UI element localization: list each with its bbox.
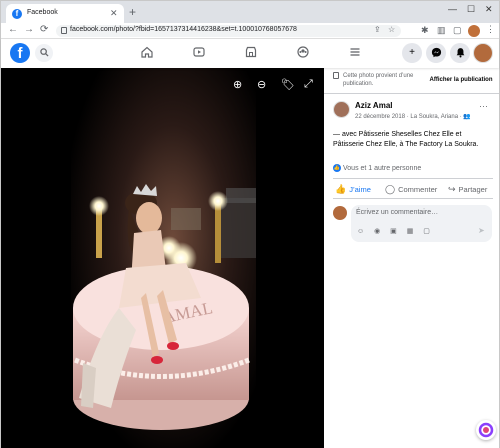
url-text: facebook.com/photo/?fbid=165713731441623… xyxy=(70,26,297,33)
show-publication-button[interactable]: Afficher la publication xyxy=(426,73,496,87)
photo-viewer[interactable]: AMAL ⊕ ⊖ 🏷 ⤢ xyxy=(1,68,324,448)
share-icon[interactable]: ⇪ xyxy=(374,25,381,34)
more-options-icon[interactable]: ··· xyxy=(479,101,488,111)
thumbs-up-icon: 👍 xyxy=(335,184,347,194)
photo-source-note: Cette photo provient d’une publication. xyxy=(333,72,421,88)
divider xyxy=(324,93,499,94)
divider xyxy=(333,178,493,179)
like-reaction-icon: 👍 xyxy=(333,164,341,172)
comment-bubble-icon: ◯ xyxy=(385,184,396,194)
minimize-button[interactable]: — xyxy=(448,4,457,14)
browser-window: f Facebook ✕ + — ☐ ✕ ← → ⟳ facebook.com/… xyxy=(0,0,500,448)
post-meta[interactable]: 22 décembre 2018 · La Soukra, Ariana · 👥 xyxy=(355,113,471,120)
watch-icon[interactable] xyxy=(192,46,206,60)
profile-avatar[interactable] xyxy=(473,43,493,63)
menu-icon[interactable] xyxy=(348,46,362,60)
post-caption: — avec Pâtisserie Sheselles Chez Elle et… xyxy=(333,131,479,148)
new-tab-button[interactable]: + xyxy=(129,5,136,19)
facebook-header: f + xyxy=(1,39,499,68)
comment-placeholder: Écrivez un commentaire… xyxy=(356,209,439,216)
marketplace-icon[interactable] xyxy=(244,46,258,60)
birthday-cake-photo: AMAL xyxy=(1,68,324,448)
post-details-panel: Cette photo provient d’une publication. … xyxy=(324,68,499,448)
tab-facebook[interactable]: f Facebook ✕ xyxy=(6,4,124,23)
divider xyxy=(333,198,493,199)
profile-menu-icon[interactable]: ▢ xyxy=(453,25,462,36)
home-icon[interactable] xyxy=(140,46,154,60)
tab-strip: f Facebook ✕ + — ☐ ✕ xyxy=(1,1,499,23)
address-bar: ← → ⟳ facebook.com/photo/?fbid=165713731… xyxy=(1,23,499,39)
search-icon[interactable] xyxy=(35,44,53,62)
share-arrow-icon: ↪ xyxy=(448,184,456,194)
zoom-out-icon[interactable]: ⊖ xyxy=(257,78,266,91)
commenter-avatar[interactable] xyxy=(333,206,347,220)
share-button[interactable]: ↪ Partager xyxy=(448,184,487,195)
document-icon xyxy=(333,72,339,79)
close-window-button[interactable]: ✕ xyxy=(485,4,493,15)
comment-button[interactable]: ◯ Commenter xyxy=(385,184,437,195)
reload-button[interactable]: ⟳ xyxy=(40,24,48,35)
facebook-favicon-icon: f xyxy=(12,9,22,19)
fullscreen-icon[interactable]: ⤢ xyxy=(304,78,313,91)
browser-profile-avatar[interactable] xyxy=(468,25,480,37)
tag-icon[interactable]: 🏷 xyxy=(281,78,295,91)
url-input[interactable]: facebook.com/photo/?fbid=165713731441623… xyxy=(56,25,401,37)
author-name[interactable]: Aziz Amal xyxy=(355,101,393,110)
browser-menu-icon[interactable]: ⋮ xyxy=(486,24,495,35)
like-button[interactable]: 👍 J’aime xyxy=(335,184,371,195)
bookmark-star-icon[interactable]: ☆ xyxy=(388,25,395,34)
messenger-icon[interactable] xyxy=(426,43,446,63)
send-icon[interactable]: ➤ xyxy=(478,226,485,235)
create-button[interactable]: + xyxy=(402,43,422,63)
notifications-bell-icon[interactable] xyxy=(450,43,470,63)
extensions-icon[interactable]: ✱ xyxy=(421,25,429,36)
meta-ai-icon[interactable] xyxy=(476,420,496,440)
comment-attachment-icons[interactable]: ☺ ◉ ▣ ▦ ▢ xyxy=(357,227,434,235)
tab-close-icon[interactable]: ✕ xyxy=(110,8,118,19)
facebook-logo[interactable]: f xyxy=(10,43,30,63)
forward-button[interactable]: → xyxy=(24,24,34,35)
groups-icon[interactable] xyxy=(296,46,310,60)
reactions-summary[interactable]: 👍 Vous et 1 autre personne xyxy=(333,164,421,172)
zoom-in-icon[interactable]: ⊕ xyxy=(233,78,242,91)
maximize-button[interactable]: ☐ xyxy=(467,4,475,15)
author-avatar[interactable] xyxy=(333,101,350,118)
sidepanel-icon[interactable]: ▥ xyxy=(437,25,446,36)
comment-input[interactable]: Écrivez un commentaire… ☺ ◉ ▣ ▦ ▢ ➤ xyxy=(351,205,492,242)
tab-title: Facebook xyxy=(27,9,58,16)
back-button[interactable]: ← xyxy=(8,24,18,35)
lock-icon[interactable] xyxy=(61,27,67,34)
